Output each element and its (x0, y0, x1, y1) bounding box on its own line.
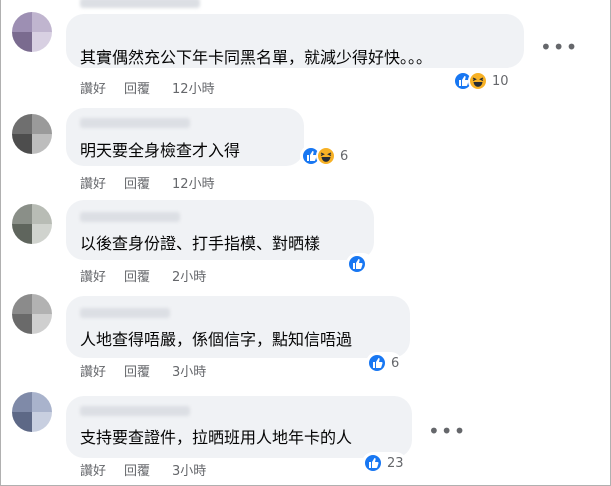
like-reaction-icon (363, 453, 383, 473)
comment-1: 其實偶然充公下年卡同黑名單，就減少得好快。。。 10 讚好 回覆 12小時 ••• (0, 0, 611, 97)
haha-reaction-icon (316, 146, 336, 166)
timestamp[interactable]: 2小時 (172, 270, 206, 286)
like-link[interactable]: 讚好 (80, 365, 106, 381)
reply-link[interactable]: 回覆 (124, 177, 150, 193)
comment-5: 支持要查證件，拉晒班用人地年卡的人 23 讚好 回覆 3小時 ••• (0, 384, 611, 480)
avatar[interactable] (12, 294, 52, 334)
reaction-count: 23 (387, 455, 404, 471)
comment-actions: 讚好 回覆 2小時 (80, 270, 224, 286)
comment-3: 以後查身份證、打手指模、對晒樣 讚好 回覆 2小時 (0, 192, 611, 288)
comment-4: 人地查得唔嚴，係個信字，點知信唔過 6 讚好 回覆 3小時 (0, 288, 611, 384)
like-link[interactable]: 讚好 (80, 270, 106, 286)
timestamp[interactable]: 12小時 (172, 177, 215, 193)
reaction-count: 6 (340, 148, 349, 164)
reaction-summary[interactable] (346, 253, 374, 275)
comment-text: 明天要全身檢查才入得 (80, 141, 241, 160)
comment-actions: 讚好 回覆 3小時 (80, 464, 224, 480)
haha-reaction-icon (468, 71, 488, 91)
like-reaction-icon (347, 254, 367, 274)
comment-text: 支持要查證件，拉晒班用人地年卡的人 (80, 428, 353, 447)
comment-actions: 讚好 回覆 12小時 (80, 177, 233, 193)
comment-actions: 讚好 回覆 3小時 (80, 365, 224, 381)
commenter-name-blurred (80, 308, 170, 318)
commenter-name-blurred (80, 118, 190, 128)
commenter-name-blurred (80, 212, 180, 222)
avatar[interactable] (12, 204, 52, 244)
comment-text: 其實偶然充公下年卡同黑名單，就減少得好快。。。 (80, 48, 433, 67)
reaction-count: 10 (492, 73, 509, 89)
like-reaction-icon (367, 353, 387, 373)
comment-text: 人地查得唔嚴，係個信字，點知信唔過 (80, 330, 353, 349)
commenter-name-blurred (80, 406, 190, 416)
reaction-summary[interactable]: 6 (300, 145, 352, 167)
reaction-summary[interactable]: 23 (362, 452, 407, 474)
reaction-summary[interactable]: 6 (366, 352, 403, 374)
timestamp[interactable]: 3小時 (172, 365, 206, 381)
reaction-summary[interactable]: 10 (452, 70, 512, 92)
reply-link[interactable]: 回覆 (124, 270, 150, 286)
avatar[interactable] (12, 114, 52, 154)
comment-text: 以後查身份證、打手指模、對晒樣 (80, 234, 321, 253)
reply-link[interactable]: 回覆 (124, 365, 150, 381)
timestamp[interactable]: 3小時 (172, 464, 206, 480)
reaction-count: 6 (391, 355, 400, 371)
more-options-icon[interactable]: ••• (428, 421, 466, 441)
commenter-name-blurred (80, 0, 200, 8)
like-link[interactable]: 讚好 (80, 177, 106, 193)
comment-2: 明天要全身檢查才入得 6 讚好 回覆 12小時 (0, 96, 611, 192)
avatar[interactable] (12, 392, 52, 432)
like-link[interactable]: 讚好 (80, 464, 106, 480)
avatar[interactable] (12, 12, 52, 52)
reply-link[interactable]: 回覆 (124, 464, 150, 480)
more-options-icon[interactable]: ••• (540, 37, 578, 57)
